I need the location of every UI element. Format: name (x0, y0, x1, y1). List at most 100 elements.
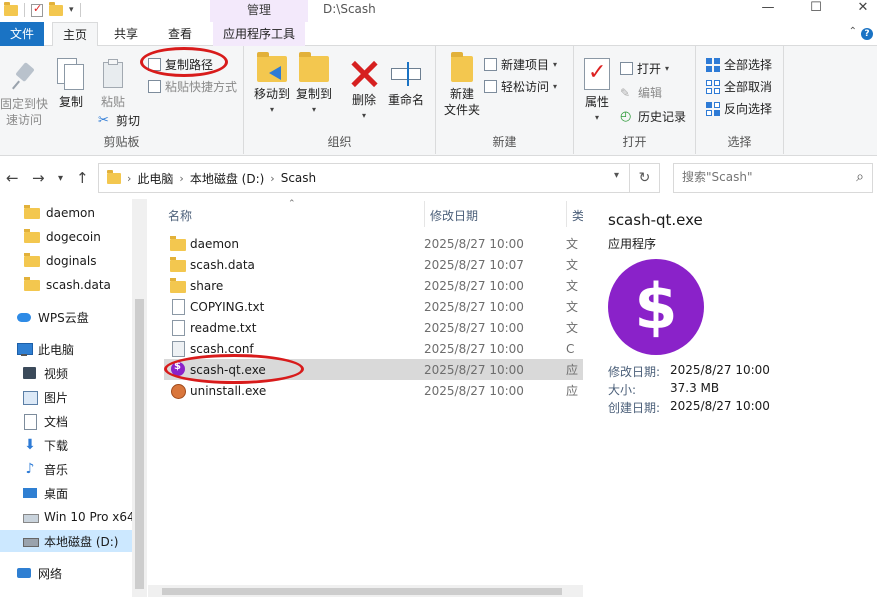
nav-item-local-disk-d[interactable]: 本地磁盘 (D:) (0, 530, 147, 552)
nav-item-pictures[interactable]: 图片 (0, 386, 147, 408)
nav-item-videos[interactable]: 视频 (0, 362, 147, 384)
nav-pane-scrollbar[interactable] (132, 199, 147, 597)
invert-selection-button[interactable]: 反向选择 (706, 100, 772, 117)
file-row-readme[interactable]: readme.txt 2025/8/27 10:00 文 (164, 317, 583, 338)
tab-view[interactable]: 查看 (160, 22, 200, 46)
file-name: daemon (190, 236, 239, 251)
address-history-chevron-icon[interactable]: ▾ (614, 170, 619, 181)
folder-icon (24, 252, 40, 267)
file-row-copying[interactable]: COPYING.txt 2025/8/27 10:00 文 (164, 296, 583, 317)
select-group: 全部选择 全部取消 反向选择 选择 (696, 46, 784, 154)
chevron-down-icon: ▾ (594, 113, 599, 122)
paste-shortcut-icon (148, 80, 161, 93)
help-icon[interactable]: ? (861, 28, 873, 40)
chevron-right-icon[interactable]: › (127, 172, 131, 185)
breadcrumb-scash[interactable]: Scash (281, 171, 316, 185)
file-row-share[interactable]: share 2025/8/27 10:00 文 (164, 275, 583, 296)
nav-item-desktop[interactable]: 桌面 (0, 482, 147, 504)
nav-item-dogecoin[interactable]: dogecoin (0, 226, 147, 248)
paste-button[interactable]: 粘贴 (96, 58, 130, 110)
copy-to-button[interactable]: 复制到 ▾ (294, 52, 334, 118)
move-to-label: 移动到 (253, 87, 290, 101)
file-list-horizontal-scrollbar[interactable] (148, 585, 583, 597)
breadcrumb-local-disk[interactable]: 本地磁盘 (D:) (190, 170, 264, 187)
copy-path-button[interactable]: 复制路径 (148, 56, 213, 73)
minimize-button[interactable]: — (748, 0, 788, 18)
tab-share[interactable]: 共享 (106, 22, 146, 46)
file-row-scash-conf[interactable]: scash.conf 2025/8/27 10:00 C (164, 338, 583, 359)
up-arrow-icon[interactable]: ↑ (76, 169, 89, 187)
nav-item-scash-data[interactable]: scash.data (0, 274, 147, 296)
nav-item-documents[interactable]: 文档 (0, 410, 147, 432)
file-list: ⌃ 名称 修改日期 类 daemon 2025/8/27 10:00 文 sca… (148, 199, 583, 597)
new-item-button[interactable]: 新建项目 ▾ (484, 56, 557, 73)
chevron-down-icon: ▾ (361, 111, 366, 120)
nav-item-music[interactable]: ♪ 音乐 (0, 458, 147, 480)
open-button[interactable]: 打开 ▾ (620, 60, 669, 77)
refresh-icon[interactable]: ↻ (629, 164, 659, 192)
ribbon-tabs: 文件 主页 共享 查看 应用程序工具 (0, 22, 877, 47)
delete-button[interactable]: 删除 ▾ (348, 58, 380, 124)
move-to-button[interactable]: 移动到 ▾ (252, 52, 292, 118)
history-button[interactable]: ◴ 历史记录 (620, 108, 686, 125)
nav-item-daemon[interactable]: daemon (0, 202, 147, 224)
file-date: 2025/8/27 10:00 (424, 362, 524, 377)
scrollbar-thumb[interactable] (162, 588, 562, 595)
nav-item-label: dogecoin (46, 230, 101, 244)
search-box[interactable]: ⌕ (673, 163, 873, 193)
copy-button[interactable]: 复制 (54, 58, 88, 110)
chevron-right-icon[interactable]: › (179, 172, 183, 185)
tab-file[interactable]: 文件 (0, 22, 44, 46)
chevron-up-icon[interactable]: ⌃ (849, 26, 857, 37)
nav-item-this-pc[interactable]: 此电脑 (0, 338, 147, 360)
file-row-scash-data[interactable]: scash.data 2025/8/27 10:07 文 (164, 254, 583, 275)
file-name: COPYING.txt (190, 299, 265, 314)
back-arrow-icon[interactable]: ← (6, 169, 19, 187)
tab-home[interactable]: 主页 (52, 22, 98, 47)
easy-access-button[interactable]: 轻松访问 ▾ (484, 78, 557, 95)
select-none-button[interactable]: 全部取消 (706, 78, 772, 95)
cut-button[interactable]: ✂ 剪切 (98, 112, 140, 129)
maximize-button[interactable]: ☐ (796, 0, 836, 18)
edit-button[interactable]: ✎ 编辑 (620, 84, 662, 101)
recent-locations-chevron-icon[interactable]: ▾ (58, 173, 63, 184)
nav-item-downloads[interactable]: ⬇ 下载 (0, 434, 147, 456)
column-separator[interactable] (424, 201, 425, 227)
address-bar[interactable]: › 此电脑 › 本地磁盘 (D:) › Scash ▾ ↻ (98, 163, 660, 193)
nav-item-wps-cloud[interactable]: WPS云盘 (0, 306, 147, 328)
file-row-daemon[interactable]: daemon 2025/8/27 10:00 文 (164, 233, 583, 254)
column-header-name[interactable]: 名称 (168, 207, 192, 224)
search-icon[interactable]: ⌕ (856, 169, 864, 185)
file-row-scash-qt[interactable]: scash-qt.exe 2025/8/27 10:00 应 (164, 359, 583, 380)
breadcrumb-this-pc[interactable]: 此电脑 (137, 170, 173, 187)
select-all-button[interactable]: 全部选择 (706, 56, 772, 73)
search-input[interactable] (682, 170, 842, 184)
rename-button[interactable]: 重命名 (386, 58, 426, 108)
file-date: 2025/8/27 10:00 (424, 341, 524, 356)
paste-shortcut-button[interactable]: 粘贴快捷方式 (148, 78, 237, 95)
chevron-right-icon[interactable]: › (270, 172, 274, 185)
properties-button[interactable]: 属性 ▾ (582, 58, 612, 126)
new-folder-button[interactable]: 新建 文件夹 (440, 52, 484, 118)
nav-item-system-drive[interactable]: Win 10 Pro x64 (0, 506, 147, 528)
uninstaller-icon (170, 383, 186, 399)
file-row-uninstall[interactable]: uninstall.exe 2025/8/27 10:00 应 (164, 380, 583, 401)
folder-icon (24, 204, 40, 219)
chevron-down-icon[interactable]: ▾ (69, 5, 74, 15)
close-button[interactable]: ✕ (843, 0, 877, 18)
tab-app-tools[interactable]: 应用程序工具 (213, 22, 305, 46)
file-type: 文 (566, 279, 579, 293)
manage-tab-group[interactable]: 管理 (210, 0, 308, 22)
properties-icon[interactable] (31, 2, 43, 17)
pin-quick-access-button[interactable]: 固定到快 速访问 (0, 62, 48, 128)
nav-item-doginals[interactable]: doginals (0, 250, 147, 272)
column-header-date[interactable]: 修改日期 (430, 207, 478, 224)
scrollbar-thumb[interactable] (135, 299, 144, 589)
new-folder-icon[interactable] (49, 1, 63, 16)
column-header-type[interactable]: 类 (572, 207, 583, 224)
file-name: readme.txt (190, 320, 257, 335)
nav-item-network[interactable]: 网络 (0, 562, 147, 584)
column-separator[interactable] (566, 201, 567, 227)
forward-arrow-icon[interactable]: → (32, 169, 45, 187)
scash-logo-glyph: $ (634, 270, 678, 343)
